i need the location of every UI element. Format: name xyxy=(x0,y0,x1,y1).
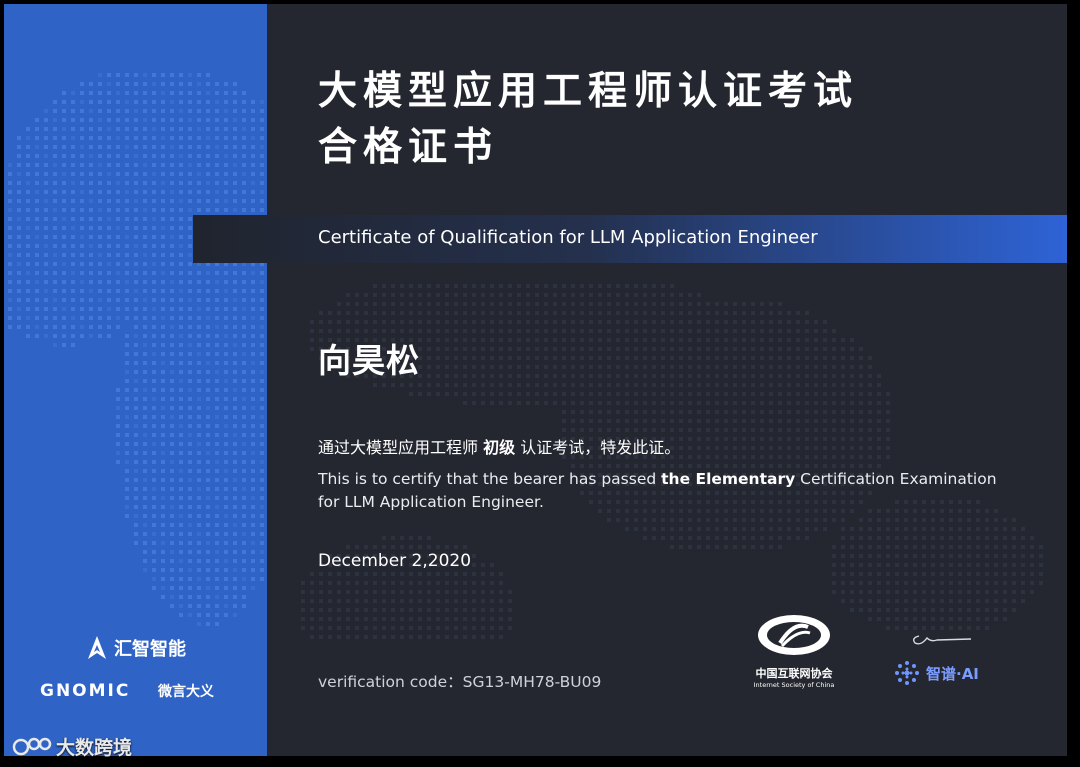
holder-name: 向昊松 xyxy=(318,341,420,380)
certificate: 汇智智能 GNOMIC 微言大义 大模型应用工程师认证考试 合格证书 Certi… xyxy=(4,4,1067,756)
weiyan-logo: 微言大义 xyxy=(158,684,214,700)
statement-chinese: 通过大模型应用工程师 初级 认证考试，特发此证。 xyxy=(318,434,680,458)
zhipu-logo: 智谱·AI xyxy=(894,660,979,686)
huizhi-logo: 汇智智能 xyxy=(86,635,186,661)
side-panel: 汇智智能 GNOMIC 微言大义 xyxy=(4,4,267,756)
zhipu-dots-icon xyxy=(895,661,919,685)
title-line-1: 大模型应用工程师认证考试 xyxy=(318,69,859,114)
gnomic-logo: GNOMIC xyxy=(40,681,131,701)
statement-cn-before: 通过大模型应用工程师 xyxy=(318,438,484,457)
rocket-icon xyxy=(88,636,106,659)
isc-chinese-name: 中国互联网协会 xyxy=(755,667,833,680)
isc-logo: 中国互联网协会 Internet Society of China xyxy=(744,613,844,689)
issue-date: December 2,2020 xyxy=(318,551,472,571)
certificate-title: 大模型应用工程师认证考试 合格证书 xyxy=(318,64,858,176)
signature xyxy=(912,635,972,645)
statement-cn-after: 认证考试，特发此证。 xyxy=(515,438,681,457)
statement-en-before: This is to certify that the bearer has p… xyxy=(318,470,662,488)
watermark-logo-icon xyxy=(12,737,52,755)
verification-code: verification code：SG13-MH78-BU09 xyxy=(318,673,602,691)
isc-english-name: Internet Society of China xyxy=(753,681,835,689)
statement-cn-level: 初级 xyxy=(483,438,516,457)
subtitle-text: Certificate of Qualification for LLM App… xyxy=(318,227,818,248)
statement-en-level: the Elementary xyxy=(661,470,796,488)
subtitle-banner: Certificate of Qualification for LLM App… xyxy=(193,215,1067,263)
isc-emblem-icon xyxy=(758,615,830,655)
statement-english: This is to certify that the bearer has p… xyxy=(318,468,1018,514)
title-line-2: 合格证书 xyxy=(318,125,499,170)
huizhi-logo-text: 汇智智能 xyxy=(114,639,186,660)
watermark: 大数跨境 xyxy=(12,733,132,760)
watermark-text: 大数跨境 xyxy=(56,737,133,759)
zhipu-logo-text: 智谱·AI xyxy=(926,664,979,683)
